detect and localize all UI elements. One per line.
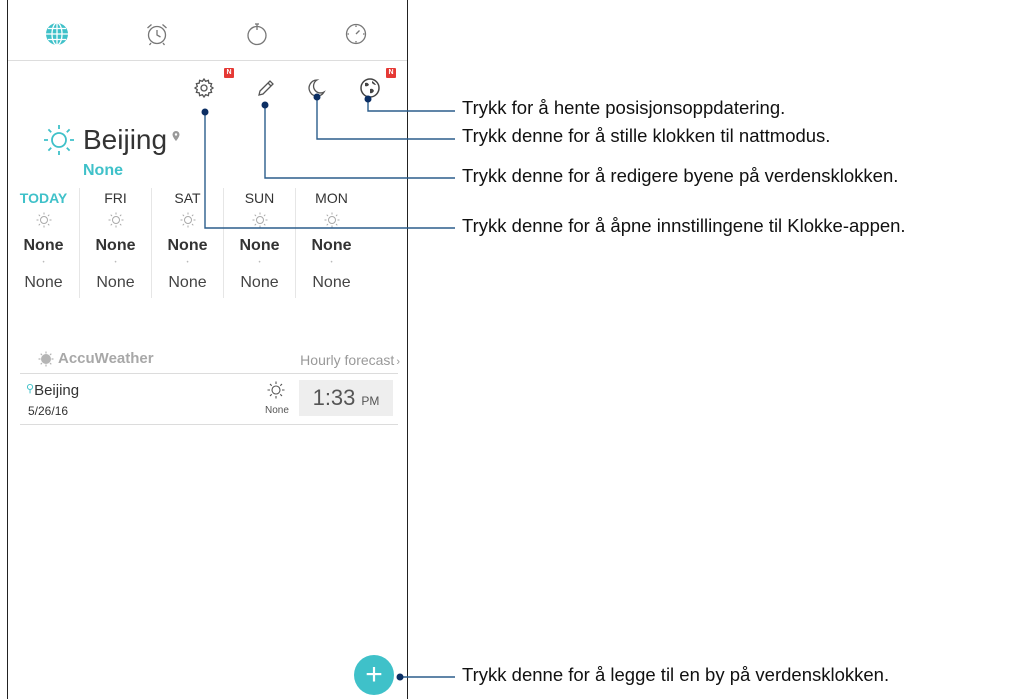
callout-edit: Trykk denne for å redigere byene på verd… bbox=[462, 165, 899, 186]
callout-night-mode: Trykk denne for å stille klokken til nat… bbox=[462, 125, 831, 146]
callout-add: Trykk denne for å legge til en by på ver… bbox=[462, 664, 890, 685]
callout-settings: Trykk denne for å åpne innstillingene ti… bbox=[462, 215, 906, 236]
callout-location: Trykk for å hente posisjonsoppdatering. bbox=[462, 97, 786, 118]
